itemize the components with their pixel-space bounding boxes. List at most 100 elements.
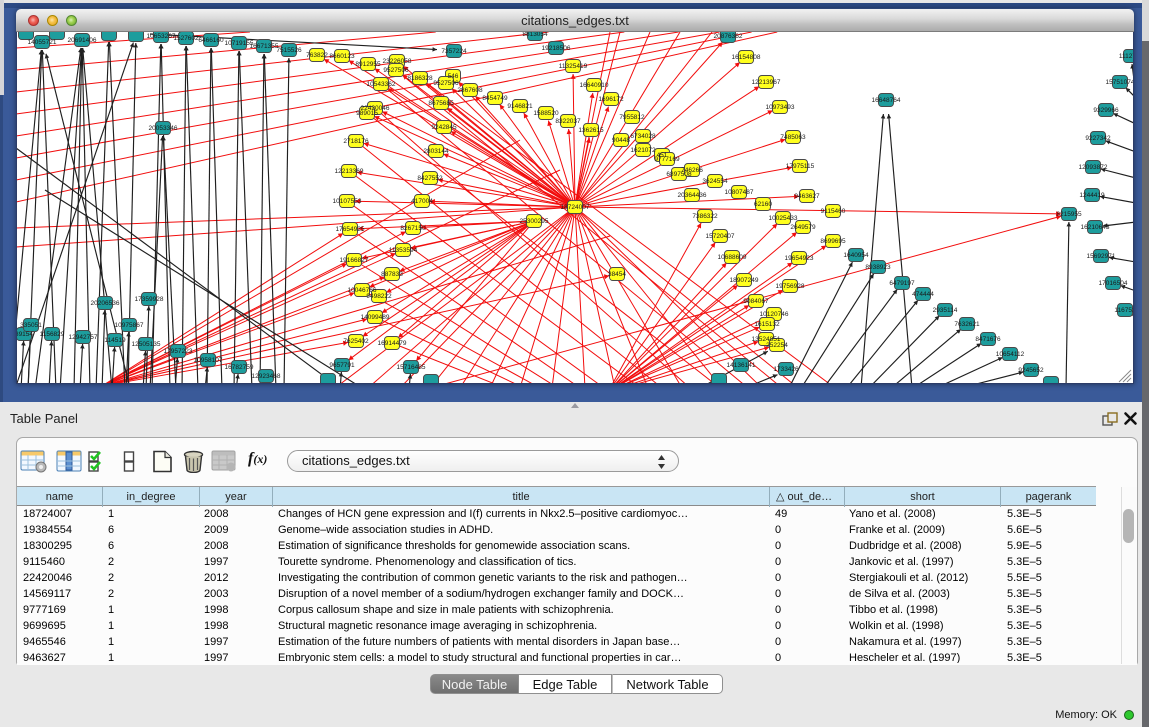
- svg-text:15720407: 15720407: [706, 233, 735, 240]
- svg-text:252254: 252254: [766, 342, 788, 349]
- svg-text:19218506: 19218506: [542, 45, 571, 52]
- svg-text:10107553: 10107553: [333, 198, 362, 205]
- svg-text:8471676: 8471676: [975, 336, 1001, 343]
- svg-text:20053346: 20053346: [149, 125, 178, 132]
- svg-text:14136141: 14136141: [727, 362, 756, 369]
- svg-text:18724007: 18724007: [561, 204, 590, 211]
- svg-text:12923468: 12923468: [252, 373, 281, 380]
- svg-text:16648764: 16648764: [872, 97, 901, 104]
- svg-text:15692971: 15692971: [1087, 253, 1116, 260]
- svg-text:20364436: 20364436: [678, 192, 707, 199]
- svg-text:1156829: 1156829: [40, 331, 65, 338]
- svg-text:9146821: 9146821: [507, 103, 533, 110]
- svg-text:19756928: 19756928: [776, 283, 805, 290]
- svg-text:90448: 90448: [612, 137, 630, 144]
- svg-text:2718176: 2718176: [343, 138, 369, 145]
- svg-text:10120746: 10120746: [760, 311, 789, 318]
- svg-text:8454749: 8454749: [482, 95, 508, 102]
- svg-text:14099489: 14099489: [361, 314, 390, 321]
- svg-text:1733426: 1733426: [773, 366, 799, 373]
- svg-text:417004: 417004: [411, 198, 433, 205]
- svg-text:17975115: 17975115: [786, 163, 815, 170]
- svg-text:8675685: 8675685: [428, 100, 454, 107]
- svg-text:20876362: 20876362: [714, 33, 743, 40]
- svg-text:17654925: 17654925: [336, 226, 365, 233]
- svg-text:9242845: 9242845: [431, 124, 457, 131]
- svg-text:1588520: 1588520: [533, 110, 559, 117]
- svg-text:1615132: 1615132: [754, 321, 780, 328]
- svg-text:116753: 116753: [1114, 307, 1134, 314]
- svg-text:19166827: 19166827: [340, 257, 369, 264]
- svg-text:16782759: 16782759: [225, 364, 254, 371]
- svg-text:12505135: 12505135: [132, 341, 161, 348]
- svg-text:2803144: 2803144: [423, 148, 449, 155]
- svg-text:7632621: 7632621: [954, 321, 980, 328]
- svg-text:8938923: 8938923: [865, 264, 891, 271]
- svg-text:12093872: 12093872: [1079, 164, 1108, 171]
- svg-text:12213369: 12213369: [335, 168, 364, 175]
- svg-text:989015: 989015: [356, 110, 378, 117]
- svg-text:10958107: 10958107: [194, 357, 223, 364]
- svg-text:12942757: 12942757: [69, 334, 98, 341]
- svg-text:10025433: 10025433: [769, 215, 798, 222]
- svg-text:11325419: 11325419: [559, 63, 588, 70]
- svg-text:20206536: 20206536: [91, 300, 120, 307]
- svg-text:1527602: 1527602: [173, 35, 199, 42]
- svg-text:546: 546: [448, 73, 459, 80]
- svg-text:474444: 474444: [912, 291, 934, 298]
- svg-text:7357224: 7357224: [441, 48, 467, 55]
- svg-text:8267150: 8267150: [400, 225, 426, 232]
- svg-text:20691406: 20691406: [68, 37, 97, 44]
- svg-text:1112752: 1112752: [1119, 53, 1134, 60]
- svg-text:9463627: 9463627: [794, 193, 820, 200]
- svg-text:2649579: 2649579: [790, 224, 816, 231]
- svg-text:25300295: 25300295: [520, 218, 549, 225]
- svg-text:15751074: 15751074: [1106, 79, 1134, 86]
- svg-text:8322037: 8322037: [555, 118, 581, 125]
- svg-text:1696172: 1696172: [598, 96, 624, 103]
- svg-text:62160: 62160: [754, 201, 772, 208]
- svg-text:10688609: 10688609: [718, 254, 747, 261]
- svg-text:8427552: 8427552: [417, 175, 443, 182]
- svg-text:763822: 763822: [306, 52, 328, 59]
- svg-text:16640910: 16640910: [580, 82, 609, 89]
- svg-text:6734028: 6734028: [630, 133, 656, 140]
- svg-text:16671355: 16671355: [250, 43, 279, 50]
- svg-text:8912955: 8912955: [355, 61, 381, 68]
- svg-text:9657791: 9657791: [329, 362, 355, 369]
- svg-text:9527506: 9527506: [383, 67, 409, 74]
- svg-text:10654112: 10654112: [996, 351, 1025, 358]
- svg-text:7955812: 7955812: [619, 114, 645, 121]
- svg-text:2935114: 2935114: [933, 307, 958, 314]
- svg-text:9527506: 9527506: [433, 80, 459, 87]
- svg-text:8699695: 8699695: [820, 238, 846, 245]
- svg-text:39154: 39154: [16, 331, 33, 338]
- svg-text:1362615: 1362615: [578, 127, 604, 134]
- svg-text:11353594: 11353594: [389, 247, 418, 254]
- svg-text:8813054: 8813054: [522, 32, 548, 38]
- svg-text:19654923: 19654923: [785, 255, 814, 262]
- svg-text:10975867: 10975867: [115, 322, 144, 329]
- svg-text:9777169: 9777169: [654, 156, 680, 163]
- svg-text:10653267: 10653267: [147, 33, 176, 40]
- svg-text:9115460: 9115460: [821, 208, 846, 215]
- svg-text:8660123: 8660123: [329, 53, 355, 60]
- svg-text:16210643: 16210643: [1081, 224, 1110, 231]
- svg-text:8215955: 8215955: [1056, 211, 1082, 218]
- svg-text:15716485: 15716485: [397, 364, 426, 371]
- svg-text:7515526: 7515526: [276, 47, 302, 54]
- svg-text:1244419: 1244419: [1079, 192, 1105, 199]
- svg-text:3624554: 3624554: [702, 178, 728, 185]
- svg-text:17359928: 17359928: [135, 296, 164, 303]
- svg-text:335051: 335051: [20, 322, 42, 329]
- svg-text:7485063: 7485063: [780, 134, 806, 141]
- svg-text:18907249: 18907249: [730, 277, 759, 284]
- svg-text:114519: 114519: [104, 337, 126, 344]
- svg-text:2867608: 2867608: [457, 87, 483, 94]
- svg-text:14055721: 14055721: [28, 39, 57, 46]
- svg-text:1621072: 1621072: [630, 147, 656, 154]
- svg-text:887833: 887833: [381, 271, 403, 278]
- svg-text:9498222: 9498222: [366, 293, 392, 300]
- svg-text:16914479: 16914479: [378, 340, 407, 347]
- svg-text:8186328: 8186328: [407, 75, 433, 82]
